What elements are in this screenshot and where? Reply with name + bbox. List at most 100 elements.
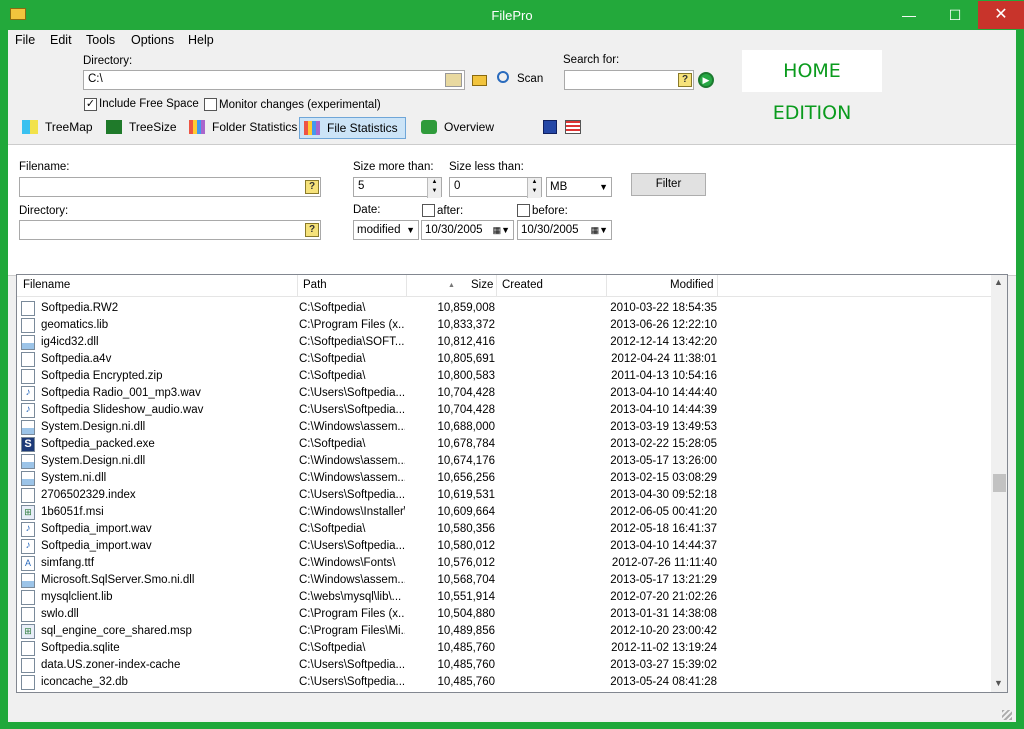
scroll-thumb[interactable] (993, 474, 1006, 492)
file-file-icon (21, 352, 35, 367)
resize-grip-icon[interactable] (1002, 710, 1012, 720)
include-free-space-checkbox[interactable]: ✓ (84, 98, 97, 111)
after-label[interactable]: after: (437, 205, 463, 217)
minimize-button[interactable]: — (886, 1, 932, 29)
search-help-icon[interactable]: ? (678, 73, 692, 87)
filter-button[interactable]: Filter (631, 173, 706, 196)
filename-help-icon[interactable]: ? (305, 180, 319, 194)
column-divider[interactable] (606, 275, 607, 297)
table-row[interactable]: 2706502329.index C:\Users\Softpedia... 10,… (17, 487, 991, 504)
column-divider[interactable] (717, 275, 718, 297)
column-filename[interactable]: Filename (23, 279, 70, 291)
go-search-icon[interactable]: ▶ (698, 72, 714, 88)
cell-path: C:\Users\Softpedia... (299, 676, 405, 688)
column-modified[interactable]: Modified (670, 279, 713, 291)
table-row[interactable]: Asimfang.ttf C:\Windows\Fonts\ 10,576,012 2… (17, 555, 991, 572)
table-row[interactable]: ♪ Softpedia Radio_001_mp3.wav C:\Users\Sof… (17, 385, 991, 402)
cell-size: 10,800,583 (437, 370, 495, 382)
column-created[interactable]: Created (502, 279, 543, 291)
table-row[interactable]: ig4icd32.dll C:\Softpedia\SOFT... 10,812,4… (17, 334, 991, 351)
maximize-button[interactable]: ☐ (932, 1, 978, 29)
tab-file-statistics[interactable]: File Statistics (299, 117, 406, 139)
file-file-icon (21, 318, 35, 333)
table-row[interactable]: System.Design.ni.dll C:\Windows\assem... 1… (17, 453, 991, 470)
directory-input[interactable]: C:\ (83, 70, 465, 90)
after-checkbox[interactable] (422, 204, 435, 217)
cell-path: C:\Users\Softpedia... (299, 404, 405, 416)
table-row[interactable]: ⊞ 1b6051f.msi C:\Windows\Installer\ 10,609,… (17, 504, 991, 521)
dll-file-icon (21, 471, 35, 486)
folder-statistics-icon (189, 120, 205, 134)
table-row[interactable]: mysqlclient.lib C:\webs\mysql\lib\... 10,5… (17, 589, 991, 606)
monitor-changes-checkbox[interactable] (204, 98, 217, 111)
report-icon[interactable] (565, 120, 581, 134)
column-size[interactable]: Size (471, 279, 493, 291)
tab-treesize[interactable]: TreeSize (102, 117, 182, 139)
scroll-down-icon[interactable]: ▼ (994, 678, 1003, 688)
table-row[interactable]: Softpedia.sqlite C:\Softpedia\ 10,485,760 2… (17, 640, 991, 657)
cell-filename: swlo.dll (41, 608, 79, 620)
column-divider[interactable] (496, 275, 497, 297)
monitor-changes-label[interactable]: Monitor changes (experimental) (219, 99, 381, 111)
before-checkbox[interactable] (517, 204, 530, 217)
calendar-icon[interactable]: ▦▼ (493, 221, 510, 239)
table-row[interactable]: swlo.dll C:\Program Files (x... 10,504,880… (17, 606, 991, 623)
tab-label: TreeSize (129, 120, 177, 134)
browse-folder-icon[interactable] (445, 73, 462, 87)
table-row[interactable]: System.Design.ni.dll C:\Windows\assem... 1… (17, 419, 991, 436)
table-row[interactable]: geomatics.lib C:\Program Files (x... 10,83… (17, 317, 991, 334)
table-row[interactable]: Microsoft.SqlServer.Smo.ni.dll C:\Windows… (17, 572, 991, 589)
table-row[interactable]: Softpedia Encrypted.zip C:\Softpedia\ 10,8… (17, 368, 991, 385)
search-input[interactable]: ? (564, 70, 694, 90)
cell-path: C:\Program Files\Mi... (299, 625, 405, 637)
table-row[interactable]: ♪ Softpedia_import.wav C:\Softpedia\ 10,580… (17, 521, 991, 538)
column-divider[interactable] (406, 275, 407, 297)
column-path[interactable]: Path (303, 279, 327, 291)
directory-filter-input[interactable]: ? (19, 220, 321, 240)
tab-treemap[interactable]: TreeMap (18, 117, 98, 139)
calendar-icon[interactable]: ▦▼ (591, 221, 608, 239)
file-list[interactable]: Filename Path ▲ Size Created Modified So… (16, 274, 1008, 693)
scan-search-icon[interactable] (497, 71, 509, 83)
cell-path: C:\Softpedia\ (299, 370, 366, 382)
table-row[interactable]: ⊞ sql_engine_core_shared.msp C:\Program Fi… (17, 623, 991, 640)
size-more-input[interactable]: 5 ▲ ▼ (353, 177, 442, 198)
menu-help[interactable]: Help (188, 33, 214, 47)
open-folder-icon[interactable] (472, 75, 487, 86)
before-label[interactable]: before: (532, 205, 568, 217)
cell-filename: iconcache_32.db (41, 676, 128, 688)
table-row[interactable]: data.US.zoner-index-cache C:\Users\Softpe… (17, 657, 991, 674)
menu-file[interactable]: File (15, 33, 35, 47)
column-divider[interactable] (297, 275, 298, 297)
table-row[interactable]: ♪ Softpedia Slideshow_audio.wav C:\Users\S… (17, 402, 991, 419)
table-row[interactable]: S Softpedia_packed.exe C:\Softpedia\ 10,678… (17, 436, 991, 453)
close-button[interactable]: ✕ (978, 1, 1024, 29)
scan-button[interactable]: Scan (517, 73, 543, 85)
tab-overview[interactable]: Overview (417, 117, 507, 139)
table-row[interactable]: Softpedia.RW2 C:\Softpedia\ 10,859,008 2010… (17, 300, 991, 317)
cell-path: C:\Program Files (x... (299, 608, 405, 620)
size-less-input[interactable]: 0 ▲ ▼ (449, 177, 542, 198)
size-more-spinner[interactable]: ▲ ▼ (427, 178, 441, 198)
include-free-space-label[interactable]: Include Free Space (99, 98, 199, 110)
menu-options[interactable]: Options (131, 33, 174, 47)
size-unit-select[interactable]: MB ▼ (546, 177, 612, 197)
table-row[interactable]: Softpedia.a4v C:\Softpedia\ 10,805,691 2012… (17, 351, 991, 368)
vertical-scrollbar[interactable]: ▲ ▼ (991, 275, 1007, 692)
date-mode-select[interactable]: modified ▼ (353, 220, 419, 240)
tab-folder-statistics[interactable]: Folder Statistics (185, 117, 303, 139)
menu-tools[interactable]: Tools (86, 33, 115, 47)
table-row[interactable]: ♪ Softpedia_import.wav C:\Users\Softpedia.… (17, 538, 991, 555)
size-less-spinner[interactable]: ▲ ▼ (527, 178, 541, 198)
directory-help-icon[interactable]: ? (305, 223, 319, 237)
filename-filter-input[interactable]: ? (19, 177, 321, 197)
after-date-picker[interactable]: 10/30/2005 ▦▼ (421, 220, 514, 240)
list-header: Filename Path ▲ Size Created Modified (17, 275, 991, 297)
table-row[interactable]: iconcache_32.db C:\Users\Softpedia... 10,4… (17, 674, 991, 691)
save-icon[interactable] (543, 120, 557, 134)
table-row[interactable]: System.ni.dll C:\Windows\assem... 10,656,2… (17, 470, 991, 487)
treesize-icon (106, 120, 122, 134)
before-date-picker[interactable]: 10/30/2005 ▦▼ (517, 220, 612, 240)
menu-edit[interactable]: Edit (50, 33, 72, 47)
scroll-up-icon[interactable]: ▲ (994, 277, 1003, 287)
